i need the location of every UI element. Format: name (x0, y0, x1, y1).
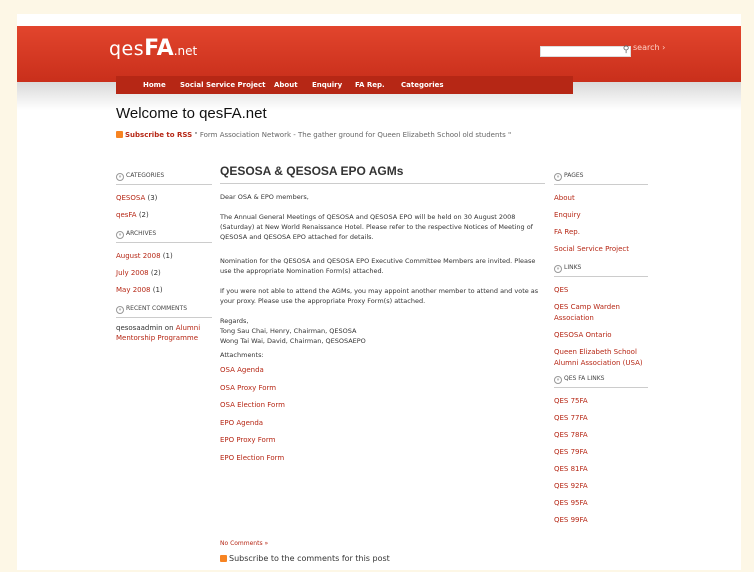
collapse-icon: » (554, 265, 562, 273)
attachment-link[interactable]: EPO Proxy Form (220, 432, 545, 450)
attachment-link[interactable]: OSA Agenda (220, 362, 545, 380)
attachment-link[interactable]: EPO Agenda (220, 415, 545, 433)
subscribe-rss-link[interactable]: Subscribe to RSS (125, 131, 192, 139)
post-regards: Regards, (220, 317, 249, 325)
fa-link[interactable]: QES 75FA (554, 393, 648, 410)
external-link[interactable]: Queen Elizabeth School Alumni Associatio… (554, 347, 648, 369)
post-paragraph: The Annual General Meetings of QESOSA an… (220, 213, 533, 241)
attachment-link[interactable]: EPO Election Form (220, 450, 545, 468)
site-logo[interactable]: qesFA.net (109, 36, 197, 61)
nav-home[interactable]: Home (143, 81, 166, 89)
archives-heading: » ARCHIVES (116, 230, 212, 243)
fa-links-heading: » QES FA LINKS (554, 375, 648, 388)
page-link[interactable]: About (554, 190, 648, 207)
attachments-label: Attachments: (220, 351, 264, 359)
fa-link[interactable]: QES 78FA (554, 427, 648, 444)
external-link[interactable]: QESOSA Ontario (554, 327, 648, 344)
nav-categories[interactable]: Categories (401, 81, 444, 89)
nav-social-service-project[interactable]: Social Service Project (180, 81, 266, 89)
page-title: Welcome to qesFA.net (116, 105, 267, 122)
post-paragraph: If you were not able to attend the AGMs,… (220, 287, 539, 305)
collapse-icon: » (116, 173, 124, 181)
links-heading: » LINKS (554, 264, 648, 277)
page: qesFA.net ⚲ search › Home Social Service… (17, 14, 741, 570)
page-link[interactable]: Social Service Project (554, 241, 648, 258)
category-link[interactable]: QESOSA (3) (116, 190, 212, 207)
collapse-icon: » (554, 376, 562, 384)
external-link[interactable]: QES Camp Warden Association (554, 302, 648, 324)
post-title[interactable]: QESOSA & QESOSA EPO AGMs (220, 164, 545, 184)
post-signature: Wong Tai Wai, David, Chairman, QESOSAEPO (220, 337, 366, 345)
post-greeting: Dear OSA & EPO members, (220, 193, 309, 201)
fa-link[interactable]: QES 99FA (554, 512, 648, 529)
header-bar: qesFA.net ⚲ search › (17, 26, 741, 82)
nav-enquiry[interactable]: Enquiry (312, 81, 342, 89)
external-link[interactable]: QES (554, 282, 648, 299)
collapse-icon: » (116, 231, 124, 239)
page-link[interactable]: Enquiry (554, 207, 648, 224)
post-signature: Tong Sau Chai, Henry, Chairman, QESOSA (220, 327, 357, 335)
left-sidebar: » CATEGORIES QESOSA (3) qesFA (2) » ARCHIV… (116, 172, 212, 349)
fa-link[interactable]: QES 81FA (554, 461, 648, 478)
attachment-link[interactable]: OSA Proxy Form (220, 380, 545, 398)
fa-link[interactable]: QES 92FA (554, 478, 648, 495)
search-link[interactable]: search › (633, 43, 665, 52)
rss-icon (116, 131, 123, 138)
main-content: QESOSA & QESOSA EPO AGMs Dear OSA & EPO … (220, 164, 545, 467)
recent-comment: qesosaadmin on Alumni Mentorship Program… (116, 324, 201, 342)
main-nav: Home Social Service Project About Enquir… (116, 76, 573, 94)
subscribe-comments[interactable]: Subscribe to the comments for this post (220, 554, 390, 563)
archive-link[interactable]: July 2008 (2) (116, 265, 212, 282)
fa-link[interactable]: QES 95FA (554, 495, 648, 512)
archive-link[interactable]: May 2008 (1) (116, 282, 212, 299)
fa-link[interactable]: QES 79FA (554, 444, 648, 461)
tagline: " Form Association Network - The gather … (194, 131, 512, 139)
attachment-link[interactable]: OSA Election Form (220, 397, 545, 415)
nav-about[interactable]: About (274, 81, 298, 89)
archive-link[interactable]: August 2008 (1) (116, 248, 212, 265)
post-paragraph: Nomination for the QESOSA and QESOSA EPO… (220, 257, 536, 275)
pages-heading: » PAGES (554, 172, 648, 185)
nav-fa-rep[interactable]: FA Rep. (355, 81, 385, 89)
category-link[interactable]: qesFA (2) (116, 207, 212, 224)
fa-link[interactable]: QES 77FA (554, 410, 648, 427)
rss-line: Subscribe to RSS " Form Association Netw… (116, 131, 511, 139)
categories-heading: » CATEGORIES (116, 172, 212, 185)
right-sidebar: » PAGES About Enquiry FA Rep. Social Serv… (554, 172, 648, 535)
comments-link[interactable]: No Comments » (220, 540, 268, 547)
collapse-icon: » (554, 173, 562, 181)
collapse-icon: » (116, 306, 124, 314)
search-icon[interactable]: ⚲ (621, 45, 631, 55)
page-link[interactable]: FA Rep. (554, 224, 648, 241)
search-input[interactable] (540, 46, 631, 57)
recent-comments-heading: » RECENT COMMENTS (116, 305, 212, 318)
rss-icon (220, 555, 227, 562)
